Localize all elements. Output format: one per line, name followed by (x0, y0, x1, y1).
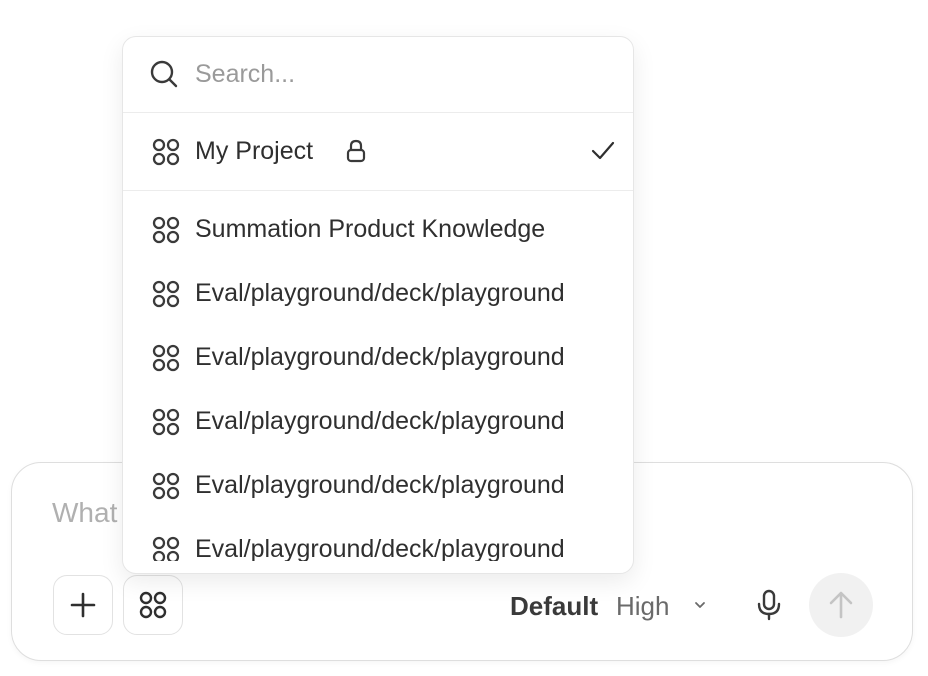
model-selector[interactable]: Default (510, 591, 598, 622)
search-icon (150, 60, 178, 88)
project-name: Summation Product Knowledge (195, 215, 546, 243)
project-name: Eval/playground/deck/playground (195, 343, 565, 371)
effort-selector[interactable]: High (616, 591, 669, 622)
project-search (123, 37, 633, 113)
chevron-down-icon[interactable] (692, 597, 708, 613)
project-item[interactable]: Summation Product Knowledge (123, 191, 633, 255)
microphone-icon[interactable] (754, 589, 784, 621)
project-name: Eval/playground/deck/playground (195, 471, 565, 499)
project-item[interactable]: Eval/playground/deck/playground (123, 383, 633, 447)
projects-icon (152, 408, 180, 436)
plus-icon (70, 592, 96, 618)
message-input-placeholder[interactable]: What (52, 497, 117, 529)
send-button[interactable] (809, 573, 873, 637)
project-item[interactable]: Eval/playground/deck/playground (123, 511, 633, 561)
projects-icon (152, 138, 180, 166)
project-item[interactable]: Eval/playground/deck/playground (123, 255, 633, 319)
project-name: Eval/playground/deck/playground (195, 535, 565, 561)
projects-icon (152, 216, 180, 244)
project-name: My Project (195, 137, 314, 165)
project-list: Summation Product Knowledge Eval/playgro… (123, 191, 633, 561)
add-attachment-button[interactable] (53, 575, 113, 635)
lock-icon (346, 139, 366, 163)
check-icon (591, 141, 615, 160)
projects-icon (152, 280, 180, 308)
project-search-input[interactable] (195, 55, 595, 93)
projects-icon (152, 344, 180, 372)
projects-icon (139, 591, 167, 619)
project-name: Eval/playground/deck/playground (195, 407, 565, 435)
project-picker-dropdown: My Project Summation Product Knowledge (122, 36, 634, 574)
arrow-up-icon (829, 591, 853, 619)
project-item[interactable]: Eval/playground/deck/playground (123, 319, 633, 383)
projects-button[interactable] (123, 575, 183, 635)
projects-icon (152, 472, 180, 500)
project-item-selected[interactable]: My Project (123, 113, 633, 191)
project-item[interactable]: Eval/playground/deck/playground (123, 447, 633, 511)
projects-icon (152, 536, 180, 561)
project-name: Eval/playground/deck/playground (195, 279, 565, 307)
